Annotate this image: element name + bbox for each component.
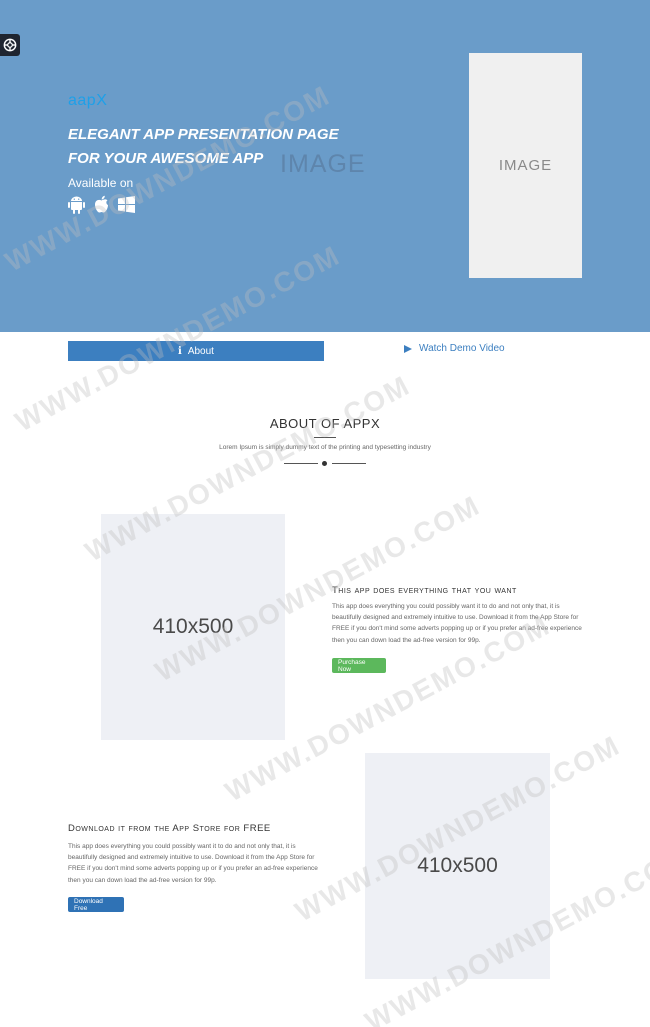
available-on-label: Available on <box>68 176 134 190</box>
feature2-text: This app does everything you could possi… <box>68 843 318 884</box>
feature2-image-label: 410x500 <box>417 854 498 877</box>
title-underline <box>314 437 336 438</box>
phone-image-label: IMAGE <box>498 157 553 174</box>
feature2-title: Download it from the App Store for FREE <box>68 823 271 834</box>
tab-video-label: Watch Demo Video <box>419 343 505 354</box>
feature1-title: This app does everything that you want <box>332 585 517 596</box>
download-free-button[interactable]: Download Free <box>68 897 124 912</box>
hero-image-placeholder: IMAGE <box>280 150 366 178</box>
feature1-text: This app does everything you could possi… <box>332 603 582 644</box>
play-icon <box>404 344 412 353</box>
phone-image-placeholder: IMAGE <box>469 53 582 278</box>
hero-headline-line1: ELEGANT APP PRESENTATION PAGE <box>68 126 339 143</box>
section-divider <box>284 458 366 468</box>
section-title: ABOUT OF APPX <box>269 416 381 431</box>
android-icon[interactable] <box>68 195 85 214</box>
store-links <box>68 195 135 214</box>
windows-icon[interactable] <box>118 195 135 214</box>
apple-icon[interactable] <box>93 195 110 214</box>
feature1-image-label: 410x500 <box>152 615 234 638</box>
feature2-image-placeholder: 410x500 <box>365 753 550 979</box>
feature1-image-placeholder: 410x500 <box>101 514 285 740</box>
purchase-now-button[interactable]: Purchase Now <box>332 658 386 673</box>
section-subtitle: Lorem Ipsum is simply dummy text of the … <box>219 444 431 451</box>
tab-about[interactable]: i About <box>68 341 324 361</box>
hero-section: aapX ELEGANT APP PRESENTATION PAGE FOR Y… <box>0 0 650 332</box>
brand-logo[interactable]: aapX <box>68 92 107 110</box>
tab-watch-demo-video[interactable]: Watch Demo Video <box>404 343 505 354</box>
lifebuoy-icon[interactable] <box>0 34 20 56</box>
tab-about-label: About <box>187 345 214 357</box>
info-icon: i <box>178 345 182 357</box>
